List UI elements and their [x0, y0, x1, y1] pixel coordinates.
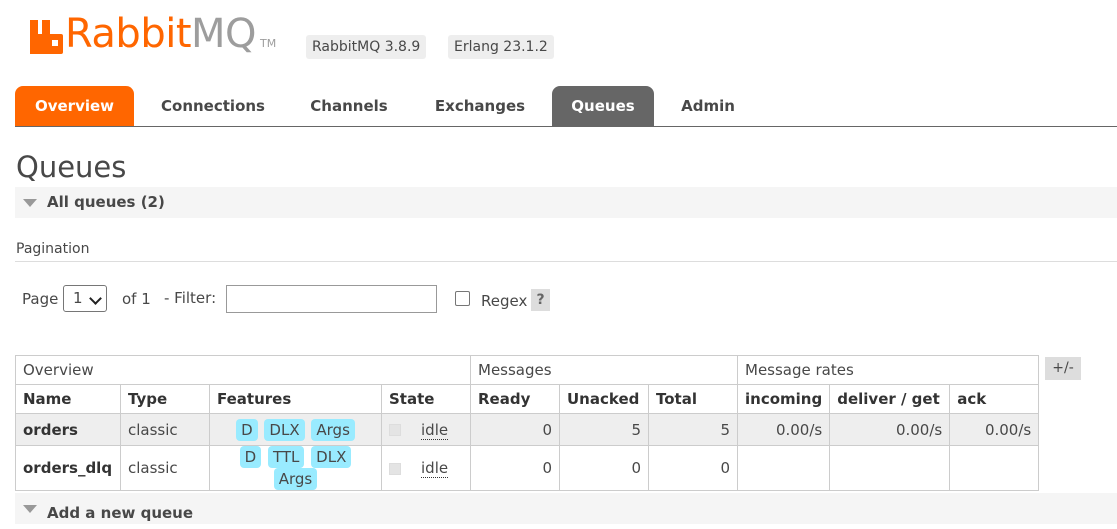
col-ack[interactable]: ack	[949, 384, 1040, 414]
all-queues-heading: All queues (2)	[47, 193, 165, 211]
filter-input[interactable]	[226, 285, 437, 313]
queue-deliver-get-rate	[829, 445, 951, 491]
all-queues-section-toggle[interactable]: All queues (2)	[15, 187, 1117, 218]
regex-help-button[interactable]: ?	[531, 289, 550, 311]
collapse-triangle-icon	[23, 505, 37, 513]
queues-table: Overview Messages Message rates Name Typ…	[15, 355, 1040, 491]
tab-exchanges[interactable]: Exchanges	[429, 86, 531, 126]
state-indicator-icon	[389, 462, 401, 475]
queue-name-link[interactable]: orders	[15, 413, 121, 446]
queue-ack-rate	[949, 445, 1040, 491]
state-label[interactable]: idle	[421, 459, 449, 478]
queue-incoming-rate	[736, 445, 831, 491]
filter-label: - Filter:	[164, 289, 217, 307]
tab-connections[interactable]: Connections	[155, 86, 271, 126]
group-overview: Overview	[15, 355, 471, 385]
tab-overview[interactable]: Overview	[15, 86, 134, 126]
table-column-header-row: Name Type Features State Ready Unacked T…	[15, 384, 1040, 414]
table-group-header-row: Overview Messages Message rates	[15, 355, 1040, 385]
state-label[interactable]: idle	[421, 420, 449, 440]
queue-type: classic	[120, 413, 210, 446]
col-type[interactable]: Type	[120, 384, 210, 414]
queue-type: classic	[120, 445, 210, 491]
regex-checkbox[interactable]	[455, 291, 470, 306]
chevron-down-icon	[89, 292, 102, 305]
queue-features: D DLX Args	[209, 413, 382, 446]
tab-channels[interactable]: Channels	[304, 86, 394, 126]
col-state[interactable]: State	[381, 384, 471, 414]
regex-label: Regex	[481, 292, 528, 310]
feature-badge-dlx[interactable]: DLX	[264, 418, 305, 441]
page-count-label: of 1	[122, 290, 151, 308]
table-row[interactable]: orders classic D DLX Args idle 0 5 5 0.0…	[15, 413, 1040, 446]
rabbitmq-version-badge: RabbitMQ 3.8.9	[306, 35, 427, 59]
queue-name-link[interactable]: orders_dlq	[15, 445, 121, 491]
page-title: Queues	[16, 150, 127, 184]
add-queue-heading: Add a new queue	[47, 504, 194, 522]
erlang-version-badge: Erlang 23.1.2	[448, 35, 554, 59]
col-features[interactable]: Features	[209, 384, 382, 414]
queue-ready: 0	[470, 445, 560, 491]
col-ready[interactable]: Ready	[470, 384, 560, 414]
feature-badge-durable[interactable]: D	[236, 418, 258, 441]
queue-unacked: 0	[559, 445, 649, 491]
queue-state: idle	[381, 445, 471, 491]
col-total[interactable]: Total	[648, 384, 738, 414]
tab-admin[interactable]: Admin	[673, 86, 743, 126]
page-label: Page	[22, 290, 59, 308]
pagination-heading: Pagination	[16, 241, 90, 257]
queue-ack-rate: 0.00/s	[949, 413, 1040, 446]
col-deliver-get[interactable]: deliver / get	[829, 384, 951, 414]
collapse-triangle-icon	[23, 199, 37, 207]
page-select-value: 1	[73, 289, 83, 307]
queue-unacked: 5	[559, 413, 649, 446]
tab-queues[interactable]: Queues	[552, 86, 654, 126]
queue-ready: 0	[470, 413, 560, 446]
queue-incoming-rate: 0.00/s	[736, 413, 831, 446]
group-messages: Messages	[470, 355, 738, 385]
logo-trademark: TM	[260, 37, 277, 50]
table-row[interactable]: orders_dlq classic D TTL DLX Args idle 0…	[15, 445, 1040, 491]
col-unacked[interactable]: Unacked	[559, 384, 649, 414]
logo-wordmark: RabbitMQ	[65, 11, 257, 57]
state-indicator-icon	[389, 424, 401, 436]
feature-badge-durable[interactable]: D	[239, 446, 262, 468]
queue-features: D TTL DLX Args	[209, 445, 382, 491]
page-select[interactable]: 1	[63, 285, 107, 312]
queue-deliver-get-rate: 0.00/s	[829, 413, 951, 446]
col-incoming[interactable]: incoming	[736, 384, 831, 414]
feature-badge-args[interactable]: Args	[273, 468, 318, 490]
main-nav-tabs: Overview Connections Channels Exchanges …	[15, 86, 1117, 127]
queue-total: 5	[648, 413, 738, 446]
group-message-rates: Message rates	[736, 355, 1040, 385]
queue-total: 0	[648, 445, 738, 491]
column-toggle-button[interactable]: +/-	[1045, 357, 1081, 380]
feature-badge-dlx[interactable]: DLX	[311, 446, 352, 468]
col-name[interactable]: Name	[15, 384, 121, 414]
feature-badge-args[interactable]: Args	[311, 418, 355, 441]
pagination-divider	[15, 261, 1117, 262]
feature-badge-ttl[interactable]: TTL	[267, 446, 305, 468]
queue-state: idle	[381, 413, 471, 446]
rabbit-logo-icon	[30, 18, 63, 54]
rabbitmq-logo[interactable]: RabbitMQ TM	[30, 14, 276, 54]
